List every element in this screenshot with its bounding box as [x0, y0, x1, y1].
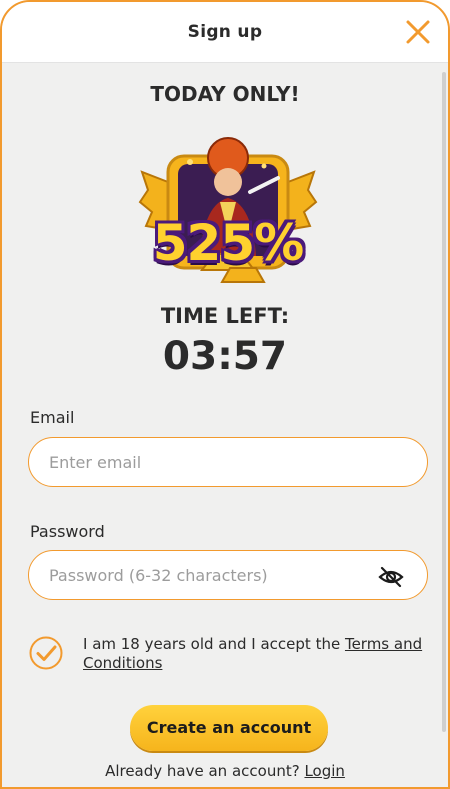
create-account-button[interactable]: Create an account — [130, 705, 328, 751]
eye-off-icon[interactable] — [378, 564, 404, 590]
countdown-timer: 03:57 — [162, 334, 288, 379]
terms-checkbox[interactable] — [29, 636, 63, 670]
timer-label: TIME LEFT: — [160, 304, 290, 328]
close-icon[interactable] — [402, 16, 434, 48]
password-label: Password — [30, 522, 105, 541]
login-prompt: Already have an account? — [105, 762, 305, 780]
signup-modal: Sign up TODAY ONLY! 525% TIME LEFT: 03:5… — [0, 0, 450, 789]
email-field[interactable] — [28, 437, 428, 487]
modal-title: Sign up — [187, 22, 263, 42]
login-link[interactable]: Login — [304, 762, 344, 780]
promo-heading: TODAY ONLY! — [150, 82, 300, 106]
bonus-percentage: 525% — [152, 214, 304, 272]
modal-header: Sign up — [2, 2, 448, 63]
terms-text: I am 18 years old and I accept the Terms… — [83, 635, 428, 673]
bonus-badge: 525% — [138, 122, 318, 302]
terms-statement: I am 18 years old and I accept the — [83, 635, 345, 653]
login-prompt-row: Already have an account? Login — [2, 762, 448, 780]
email-label: Email — [30, 408, 75, 427]
bonus-badge-art — [138, 137, 318, 283]
scrollbar[interactable] — [442, 72, 446, 732]
password-field[interactable] — [28, 550, 428, 600]
